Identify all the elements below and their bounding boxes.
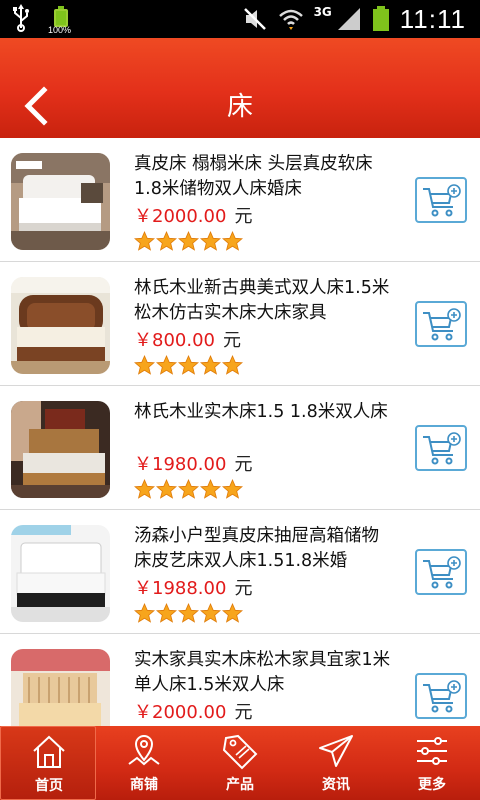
- tab-shops[interactable]: 商铺: [96, 726, 192, 800]
- battery-percent: 100%: [48, 25, 72, 35]
- signal-icon: [337, 8, 360, 30]
- clock: 11:11: [399, 3, 466, 34]
- star-icon: [178, 479, 199, 499]
- battery-icon: [372, 6, 389, 31]
- product-price: ￥1980.00 元: [134, 450, 252, 476]
- rating-stars: [134, 231, 243, 252]
- add-to-cart-button[interactable]: [415, 549, 467, 595]
- product-image[interactable]: [11, 277, 110, 374]
- sale-tag-icon: [222, 734, 258, 770]
- star-icon: [178, 355, 199, 375]
- product-item[interactable]: 实木家具实木床松木家具宜家1米单人床1.5米双人床 ￥2000.00 元: [0, 634, 480, 726]
- product-item[interactable]: 林氏木业实木床1.5 1.8米双人床 ￥1980.00 元: [0, 386, 480, 510]
- add-to-cart-button[interactable]: [415, 425, 467, 471]
- network-type: 3G: [313, 5, 332, 19]
- product-name[interactable]: 实木家具实木床松木家具宜家1米单人床1.5米双人床: [134, 648, 396, 698]
- price-value: ￥800.00: [134, 330, 215, 351]
- add-to-cart-button[interactable]: [415, 673, 467, 719]
- product-image[interactable]: [11, 153, 110, 250]
- star-icon: [200, 231, 221, 251]
- star-icon: [222, 231, 243, 251]
- star-icon: [222, 479, 243, 499]
- product-name[interactable]: 汤森小户型真皮床抽屉高箱储物床皮艺床双人床1.51.8米婚: [134, 524, 396, 574]
- rating-stars: [134, 355, 243, 376]
- product-price: ￥1988.00 元: [134, 574, 252, 600]
- star-icon: [200, 355, 221, 375]
- bed-photo-wood: [11, 401, 110, 498]
- product-list[interactable]: 真皮床 榻榻米床 头层真皮软床 1.8米储物双人床婚床 ￥2000.00 元 林…: [0, 138, 480, 726]
- product-price: ￥2000.00 元: [134, 202, 252, 228]
- star-icon: [134, 603, 155, 623]
- cart-plus-icon: [423, 680, 461, 713]
- tab-label: 首页: [35, 778, 63, 794]
- usb-icon: [13, 4, 29, 32]
- product-item[interactable]: 林氏木业新古典美式双人床1.5米松木仿古实木床大床家具 ￥800.00 元: [0, 262, 480, 386]
- mute-icon: [243, 8, 266, 30]
- home-icon: [33, 735, 65, 768]
- bed-photo-classic: [11, 277, 110, 374]
- price-unit: 元: [222, 330, 241, 351]
- map-pin-icon: [128, 735, 160, 766]
- star-icon: [178, 231, 199, 251]
- add-to-cart-button[interactable]: [415, 177, 467, 223]
- cart-plus-icon: [423, 556, 461, 589]
- star-icon: [134, 355, 155, 375]
- tab-label: 资讯: [322, 777, 350, 793]
- page-title: 床: [226, 92, 253, 122]
- product-name[interactable]: 林氏木业实木床1.5 1.8米双人床: [134, 400, 396, 425]
- star-icon: [222, 603, 243, 623]
- product-name[interactable]: 真皮床 榻榻米床 头层真皮软床 1.8米储物双人床婚床: [134, 152, 396, 202]
- bed-photo-pine: [11, 649, 110, 726]
- rating-stars: [134, 479, 243, 500]
- star-icon: [134, 231, 155, 251]
- product-image[interactable]: [11, 401, 110, 498]
- product-price: ￥2000.00 元: [134, 698, 252, 724]
- product-item[interactable]: 汤森小户型真皮床抽屉高箱储物床皮艺床双人床1.51.8米婚 ￥1988.00 元: [0, 510, 480, 634]
- cart-plus-icon: [423, 184, 461, 217]
- star-icon: [200, 479, 221, 499]
- cart-plus-icon: [423, 308, 461, 341]
- product-image[interactable]: [11, 525, 110, 622]
- tab-products[interactable]: 产品: [192, 726, 288, 800]
- status-bar: 100% 3G 11:11: [0, 0, 480, 38]
- product-name[interactable]: 林氏木业新古典美式双人床1.5米松木仿古实木床大床家具: [134, 276, 396, 326]
- bed-photo-leather: [11, 153, 110, 250]
- product-price: ￥800.00 元: [134, 326, 241, 352]
- tab-label: 商铺: [130, 777, 158, 793]
- tab-home[interactable]: 首页: [0, 726, 96, 800]
- paper-plane-icon: [319, 735, 353, 767]
- price-unit: 元: [234, 206, 253, 227]
- star-icon: [178, 603, 199, 623]
- price-unit: 元: [234, 454, 253, 475]
- star-icon: [156, 355, 177, 375]
- battery-full-icon: 100%: [48, 4, 74, 36]
- tab-news[interactable]: 资讯: [288, 726, 384, 800]
- tab-label: 更多: [418, 777, 446, 793]
- bottom-tab-bar: 首页 商铺 产品 资讯 更多: [0, 726, 480, 800]
- app-header: 床: [0, 38, 480, 138]
- price-value: ￥2000.00: [134, 206, 227, 227]
- star-icon: [222, 355, 243, 375]
- star-icon: [156, 479, 177, 499]
- wifi-icon: [278, 9, 303, 30]
- cart-plus-icon: [423, 432, 461, 465]
- star-icon: [156, 231, 177, 251]
- sliders-icon: [417, 737, 447, 765]
- bed-photo-storage: [11, 525, 110, 622]
- star-icon: [156, 603, 177, 623]
- tab-label: 产品: [226, 777, 254, 793]
- tab-more[interactable]: 更多: [384, 726, 480, 800]
- product-item[interactable]: 真皮床 榻榻米床 头层真皮软床 1.8米储物双人床婚床 ￥2000.00 元: [0, 138, 480, 262]
- price-unit: 元: [234, 702, 253, 723]
- add-to-cart-button[interactable]: [415, 301, 467, 347]
- price-value: ￥1980.00: [134, 454, 227, 475]
- price-value: ￥2000.00: [134, 702, 227, 723]
- price-unit: 元: [234, 578, 253, 599]
- rating-stars: [134, 603, 243, 624]
- product-image[interactable]: [11, 649, 110, 726]
- price-value: ￥1988.00: [134, 578, 227, 599]
- star-icon: [134, 479, 155, 499]
- star-icon: [200, 603, 221, 623]
